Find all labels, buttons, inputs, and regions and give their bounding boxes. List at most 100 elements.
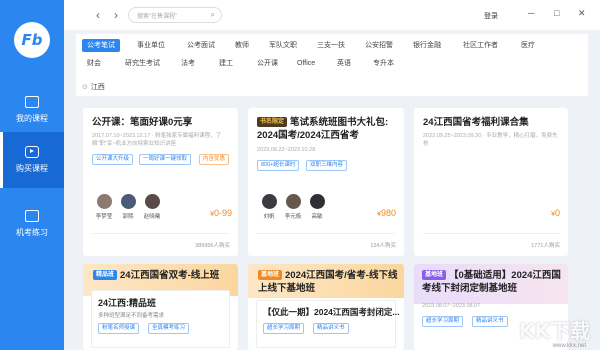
avatar — [261, 194, 277, 209]
top-bar: ‹ › 搜索"在售课程" ⌕ 登录 ─ □ ✕ — [64, 0, 600, 30]
sidebar-item-label: 我的课程 — [16, 114, 48, 123]
category-tab[interactable]: 财会 — [82, 57, 106, 70]
sidebar-item-buy-courses[interactable]: 购买课程 — [0, 132, 64, 188]
teacher-name: 高敏 — [311, 214, 323, 220]
teacher-name: 李梦莹 — [95, 214, 113, 220]
teacher: 刘帆 — [258, 194, 280, 220]
teacher-name: 李元极 — [284, 214, 302, 220]
buyer-count: 1771人购买 — [531, 243, 560, 249]
computer-icon — [25, 210, 39, 222]
sidebar-item-label: 购买课程 — [16, 164, 48, 173]
location-pin-icon: ⊙ — [82, 84, 88, 91]
category-tab[interactable]: 社区工作者 — [458, 39, 503, 52]
class-title-wrapper: 精品班 24江西国省双考-线上班 — [93, 269, 233, 282]
watermark: KK下载 — [519, 319, 590, 343]
avatar — [309, 194, 325, 209]
course-price: ¥0 — [551, 208, 560, 218]
teacher-name: 赵晓曦 — [143, 214, 161, 220]
class-detail: 【仅此一期】2024江西国考封闭定... 超长学习周期 精品讲义书 — [256, 300, 400, 348]
price-value: 0 — [554, 208, 560, 218]
course-date: 2017.07.10~2023.12.17 · 粉笔独家专属福利课程，了解"职"… — [92, 133, 222, 147]
class-date: 2023.08.07~2023.08.07 — [422, 303, 481, 309]
category-tab[interactable]: 建工 — [214, 57, 238, 70]
category-tab[interactable]: 英语 — [332, 57, 356, 70]
category-tab[interactable]: 法考 — [176, 57, 200, 70]
course-title: 公开课：笔面好课0元享 — [92, 117, 193, 128]
class-tag: 精品讲义书 — [313, 323, 349, 334]
forward-arrow-icon[interactable]: › — [114, 8, 118, 22]
course-tag: 双职三维内容 — [306, 160, 348, 171]
maximize-icon[interactable]: □ — [554, 8, 559, 18]
category-tab[interactable]: 医疗 — [516, 39, 540, 52]
location-selector[interactable]: ⊙ 江西 — [82, 82, 105, 92]
course-card[interactable]: 书名限定 笔试系统班图书大礼包: 2024国考/2024江西省考 2023.08.… — [248, 108, 404, 256]
course-title: 24江西国省考福利课合集 — [423, 117, 529, 128]
course-title-wrapper: 书名限定 笔试系统班图书大礼包: 2024国考/2024江西省考 — [257, 116, 402, 142]
category-panel: 公考笔试 事业单位 公考面试 教师 军队文职 三支一扶 公安招警 银行金融 社区… — [76, 34, 588, 96]
course-tag: 800+超长课时 — [257, 160, 300, 171]
search-icon[interactable]: ⌕ — [211, 10, 215, 20]
class-detail: 24江西:精品班 多种班型满足不同备考需求 粉笔名师授课 全真模考练习 — [91, 290, 230, 348]
minimize-icon[interactable]: ─ — [528, 8, 534, 18]
sidebar-item-label: 机考练习 — [16, 228, 48, 237]
class-card[interactable]: 基地班 2024江西国考/省考-线下线上线下基地班 【仅此一期】2024江西国考封… — [248, 264, 404, 350]
category-tab[interactable]: 教师 — [230, 39, 254, 52]
divider — [92, 233, 229, 234]
buyer-count: 389956人购买 — [195, 243, 230, 249]
category-tab[interactable]: 专升本 — [368, 57, 399, 70]
course-tag: 内含优惠 — [199, 154, 230, 165]
category-tab[interactable]: 公安招警 — [360, 39, 398, 52]
teacher: 高敏 — [306, 194, 328, 220]
sidebar-item-exam-practice[interactable]: 机考练习 — [0, 196, 64, 252]
class-detail-title: 24江西:精品班 — [98, 298, 157, 308]
login-button[interactable]: 登录 — [484, 11, 498, 21]
price-value: 0-99 — [213, 208, 232, 218]
category-tab[interactable]: Office — [292, 57, 320, 70]
class-badge: 基地班 — [422, 270, 447, 281]
class-title-wrapper: 基地班 2024江西国考/省考-线下线上线下基地班 — [258, 269, 398, 295]
avatar — [144, 194, 160, 209]
teacher: 李元极 — [282, 194, 304, 220]
category-tab[interactable]: 军队文职 — [264, 39, 302, 52]
app-logo[interactable]: Fb — [14, 22, 50, 58]
class-tag: 超长学习周期 — [263, 323, 305, 334]
play-icon — [25, 146, 39, 158]
sidebar-item-my-courses[interactable]: 我的课程 — [0, 82, 64, 138]
category-tab[interactable]: 公考笔试 — [82, 39, 120, 52]
course-card[interactable]: 公开课：笔面好课0元享 2017.07.10~2023.12.17 · 粉笔独家… — [83, 108, 238, 256]
watermark-url: www.kkx.net — [552, 343, 586, 349]
class-title: 24江西国省双考-线上班 — [120, 270, 220, 281]
course-badge: 书名限定 — [257, 117, 288, 128]
category-tab[interactable]: 三支一扶 — [312, 39, 350, 52]
class-detail-desc: 多种班型满足不同备考需求 — [98, 313, 165, 319]
class-tag: 全真模考练习 — [148, 323, 190, 334]
close-icon[interactable]: ✕ — [578, 8, 586, 19]
category-tab[interactable]: 公开课 — [252, 57, 283, 70]
back-arrow-icon[interactable]: ‹ — [96, 8, 100, 22]
search-input[interactable]: 搜索"在售课程" ⌕ — [128, 7, 222, 23]
book-icon — [25, 96, 39, 108]
course-price: ¥0-99 — [210, 208, 232, 218]
teacher: 李梦莹 — [93, 194, 115, 220]
category-tab[interactable]: 银行金融 — [408, 39, 446, 52]
teacher: 郭熙 — [117, 194, 139, 220]
class-badge: 精品班 — [93, 270, 118, 281]
category-tab[interactable]: 事业单位 — [132, 39, 170, 52]
teacher-name: 郭熙 — [122, 214, 134, 220]
course-tag: 一周好课一键领取 — [139, 154, 192, 165]
class-card[interactable]: 精品班 24江西国省双考-线上班 24江西:精品班 多种班型满足不同备考需求 粉笔… — [83, 264, 238, 350]
course-date: 2023.08.22~2023.10.28 — [257, 147, 316, 153]
avatar — [120, 194, 136, 209]
course-card[interactable]: 24江西国省考福利课合集 2022.09.25~2023.09.30 · 专业教… — [414, 108, 568, 256]
category-tab[interactable]: 公考面试 — [182, 39, 220, 52]
class-tag: 超长学习周期 — [422, 316, 464, 327]
teacher: 赵晓曦 — [141, 194, 163, 220]
course-date: 2022.09.25~2023.09.30 · 专业教学，精心打磨，免费先抢 — [423, 133, 558, 147]
category-tab[interactable]: 研究生考试 — [120, 57, 165, 70]
location-label: 江西 — [90, 84, 105, 91]
avatar — [285, 194, 301, 209]
course-tag: 公开课大升级 — [92, 154, 134, 165]
course-price: ¥980 — [377, 208, 396, 218]
class-detail-title: 【仅此一期】2024江西国考封闭定... — [263, 307, 400, 317]
divider — [423, 233, 559, 234]
